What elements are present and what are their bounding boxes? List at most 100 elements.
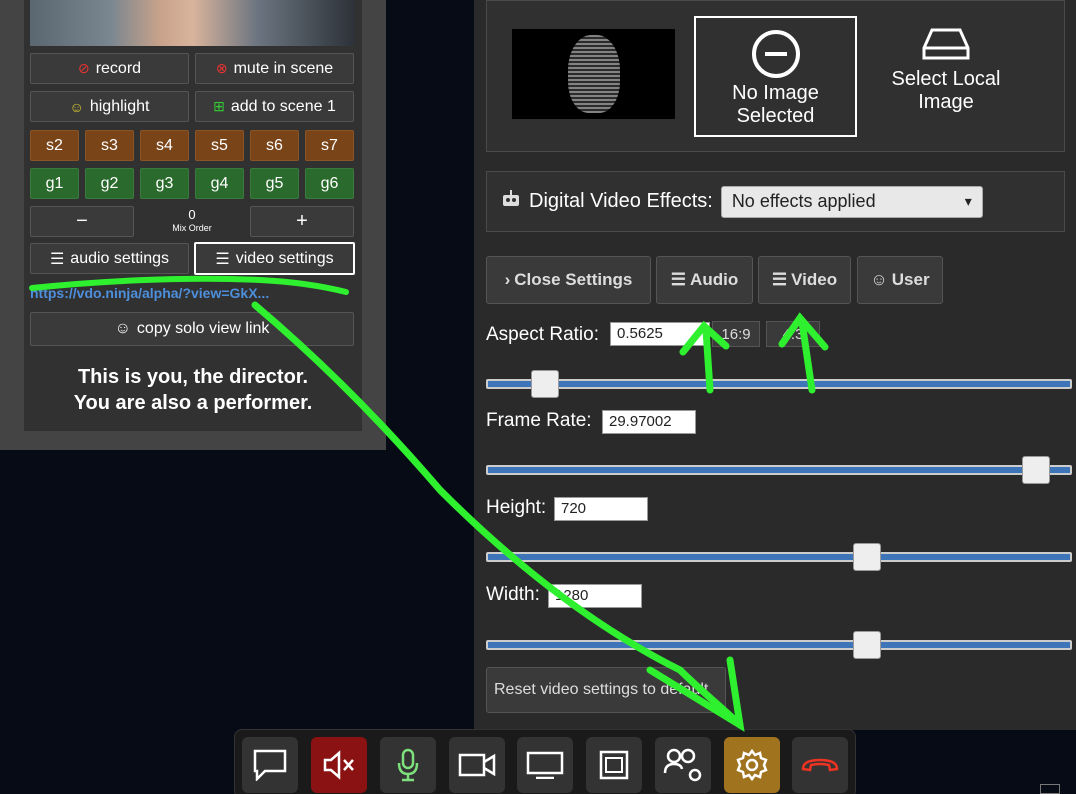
group-button-g5[interactable]: g5	[250, 168, 299, 199]
scene-label: s4	[156, 136, 173, 154]
select-local-image-option[interactable]: Select Local Image	[872, 22, 1020, 114]
tab-audio[interactable]: ☰ Audio	[656, 256, 753, 304]
record-button[interactable]: ⊘ record	[30, 53, 189, 84]
camera-preview	[30, 0, 355, 46]
tab-user[interactable]: ☺ User	[857, 256, 943, 304]
slider-thumb[interactable]	[852, 631, 881, 659]
aspect-16-9-button[interactable]: 16:9	[712, 321, 760, 347]
scene-button-s4[interactable]: s4	[140, 130, 189, 161]
microphone-button[interactable]	[380, 737, 436, 793]
width-slider[interactable]	[486, 631, 1072, 659]
users-settings-button[interactable]	[655, 737, 711, 793]
scene-label: s2	[46, 136, 63, 154]
mix-order-decrease-button[interactable]: −	[30, 206, 134, 237]
scene-button-s2[interactable]: s2	[30, 130, 79, 161]
window-share-button[interactable]	[586, 737, 642, 793]
sliders-icon: ☰	[49, 250, 65, 268]
audio-settings-button[interactable]: ☰ audio settings	[30, 243, 189, 274]
group-label: g4	[210, 174, 229, 192]
group-label: g5	[265, 174, 284, 192]
video-effects-label: Digital Video Effects:	[529, 190, 713, 212]
aspect-4-3-button[interactable]: 4:3	[766, 321, 820, 347]
highlight-button[interactable]: ☺ highlight	[30, 91, 189, 122]
video-settings-button[interactable]: ☰ video settings	[194, 242, 355, 275]
close-settings-label: Close Settings	[514, 270, 633, 289]
aspect-ratio-label: Aspect Ratio:	[486, 324, 599, 345]
scene-label: s5	[211, 136, 228, 154]
video-settings-label: video settings	[235, 249, 334, 267]
face-thumbnail-image	[568, 35, 620, 113]
slider-thumb[interactable]	[530, 370, 559, 398]
minus-icon: −	[76, 210, 88, 232]
record-label: record	[95, 59, 142, 77]
height-input[interactable]: 720	[554, 497, 648, 521]
add-to-scene-button[interactable]: ⊞ add to scene 1	[195, 91, 354, 122]
video-effects-select[interactable]: No effects applied ▾	[720, 185, 983, 218]
camera-icon	[458, 753, 496, 777]
mic-off-icon: ⊗	[215, 60, 228, 76]
copy-solo-link-button[interactable]: ☺ copy solo view link	[30, 312, 354, 346]
screen-share-button[interactable]	[517, 737, 573, 793]
aspect-ratio-slider[interactable]	[486, 370, 1072, 398]
slider-track	[486, 465, 1072, 475]
gear-icon	[736, 748, 768, 782]
no-image-option[interactable]: No Image Selected	[694, 16, 857, 137]
slider-track	[486, 552, 1072, 562]
mute-in-scene-button[interactable]: ⊗ mute in scene	[195, 53, 354, 84]
frame-rate-input[interactable]: 29.97002	[602, 410, 696, 434]
scene-button-s6[interactable]: s6	[250, 130, 299, 161]
screen-share-icon	[526, 751, 564, 779]
reset-video-settings-button[interactable]: Reset video settings to default	[486, 667, 726, 713]
scene-label: s6	[266, 136, 283, 154]
no-image-label: No Image Selected	[732, 82, 819, 127]
tab-video[interactable]: ☰ Video	[758, 256, 851, 304]
slider-thumb[interactable]	[1021, 456, 1050, 484]
width-label: Width:	[486, 584, 540, 605]
mute-in-scene-label: mute in scene	[233, 59, 334, 77]
aspect-ratio-input[interactable]: 0.5625	[610, 322, 710, 346]
user-gear-icon: ☺	[870, 270, 888, 289]
chat-button[interactable]	[242, 737, 298, 793]
solo-view-link[interactable]: https://vdo.ninja/alpha/?view=GkX...	[30, 285, 360, 305]
mix-order-value: 0	[188, 207, 196, 222]
director-info-line1: This is you, the director.	[77, 366, 309, 388]
group-button-g4[interactable]: g4	[195, 168, 244, 199]
select-local-label: Select Local Image	[891, 68, 1001, 113]
sliders-icon: ☰	[215, 250, 230, 268]
background-thumbnail[interactable]	[512, 29, 675, 119]
slider-thumb[interactable]	[852, 543, 881, 571]
scene-button-s5[interactable]: s5	[195, 130, 244, 161]
record-icon: ⊘	[77, 60, 90, 76]
group-button-g1[interactable]: g1	[30, 168, 79, 199]
speaker-mute-button[interactable]	[311, 737, 367, 793]
add-box-icon: ⊞	[213, 98, 225, 114]
scene-button-s3[interactable]: s3	[85, 130, 134, 161]
minus-circle-icon	[751, 30, 800, 78]
users-settings-icon	[663, 748, 702, 782]
sliders-icon: ☰	[670, 270, 687, 289]
hangup-button[interactable]	[792, 737, 848, 793]
hard-drive-icon	[922, 26, 970, 62]
plus-icon: +	[296, 210, 308, 232]
highlight-label: highlight	[89, 97, 150, 115]
group-button-g6[interactable]: g6	[305, 168, 354, 199]
group-label: g2	[100, 174, 119, 192]
tab-audio-label: Audio	[690, 270, 739, 289]
chevron-down-icon: ▾	[964, 193, 972, 209]
camera-button[interactable]	[449, 737, 505, 793]
frame-rate-slider[interactable]	[486, 456, 1072, 484]
window-corner-icon	[1040, 784, 1060, 794]
group-button-g2[interactable]: g2	[85, 168, 134, 199]
audio-settings-label: audio settings	[70, 249, 170, 267]
width-input[interactable]: 1280	[548, 584, 642, 608]
tab-video-label: Video	[791, 270, 838, 289]
scene-button-s7[interactable]: s7	[305, 130, 354, 161]
height-slider[interactable]	[486, 543, 1072, 571]
mix-order-increase-button[interactable]: +	[250, 206, 354, 237]
hangup-icon	[801, 758, 839, 772]
close-settings-button[interactable]: › Close Settings	[486, 256, 651, 304]
group-button-g3[interactable]: g3	[140, 168, 189, 199]
add-to-scene-label: add to scene 1	[230, 97, 336, 115]
window-icon	[599, 750, 629, 780]
settings-button[interactable]	[724, 737, 780, 793]
